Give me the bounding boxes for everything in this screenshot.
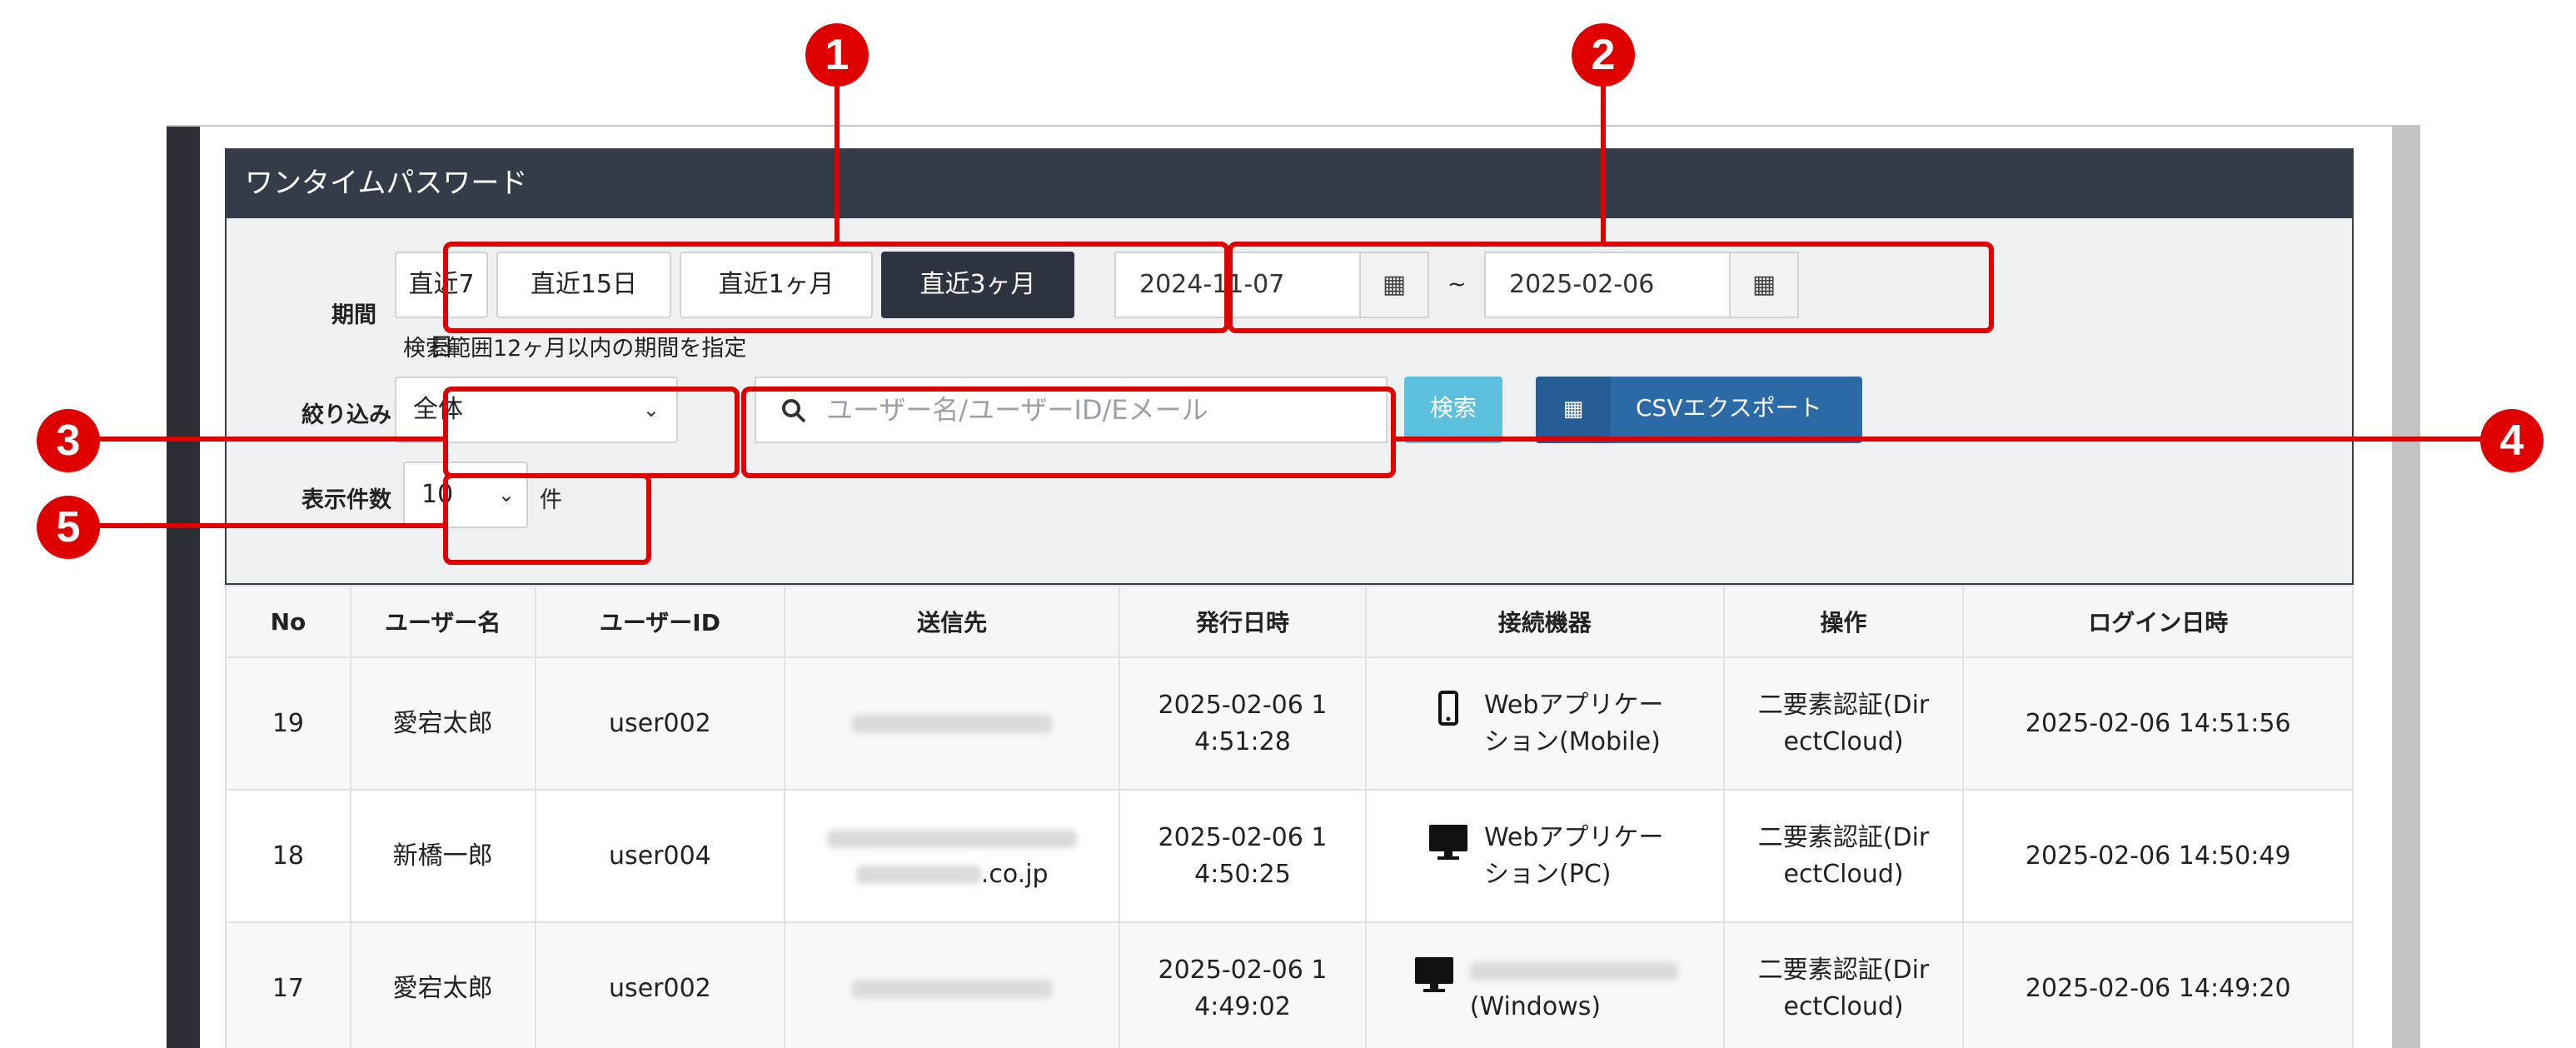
redacted-destination — [852, 715, 1053, 734]
cell-issued: 2025-02-06 1 4:49:02 — [1119, 921, 1367, 1048]
callout-marker-5: 5 — [37, 496, 100, 559]
cell-user-name: 愛宕太郎 — [349, 656, 536, 791]
cell-destination — [784, 921, 1121, 1048]
period-label: 期間 — [331, 302, 376, 328]
issued-line1: 2025-02-06 1 — [1158, 956, 1328, 985]
header-user-name[interactable]: ユーザー名 — [349, 585, 536, 658]
device-line1: Webアプリケー — [1484, 691, 1664, 720]
header-no[interactable]: No — [225, 585, 351, 658]
cell-operation: 二要素認証(Dir ectCloud) — [1722, 921, 1965, 1048]
cell-user-name: 愛宕太郎 — [349, 921, 536, 1048]
op-line2: ectCloud) — [1783, 726, 1904, 756]
scrollbar[interactable] — [2392, 127, 2420, 1048]
callout-line-1 — [835, 87, 840, 242]
redacted-destination — [852, 980, 1053, 999]
cell-user-id: user002 — [534, 921, 786, 1048]
cell-device: Webアプリケー ション(PC) — [1364, 789, 1725, 923]
cell-operation: 二要素認証(Dir ectCloud) — [1722, 789, 1965, 923]
redacted-destination — [827, 829, 1078, 848]
cell-destination — [784, 656, 1121, 791]
callout-box-3 — [443, 387, 740, 478]
header-operation[interactable]: 操作 — [1722, 585, 1965, 658]
redacted-device — [1469, 961, 1678, 981]
monitor-icon — [1429, 825, 1468, 860]
cell-issued: 2025-02-06 1 4:51:28 — [1119, 656, 1367, 791]
callout-marker-3: 3 — [37, 409, 100, 472]
cell-no: 18 — [225, 789, 351, 923]
redacted-destination — [855, 866, 981, 884]
callout-box-1 — [443, 242, 1229, 333]
panel-title: ワンタイムパスワード — [225, 148, 2354, 218]
cell-operation: 二要素認証(Dir ectCloud) — [1722, 656, 1965, 791]
cell-destination: .co.jp — [784, 789, 1121, 923]
table-header-row: No ユーザー名 ユーザーID 送信先 発行日時 接続機器 操作 ログイン日時 — [225, 585, 2354, 658]
device-info: (Windows) — [1412, 952, 1678, 1025]
cell-issued: 2025-02-06 1 4:50:25 — [1119, 789, 1367, 923]
cell-login: 2025-02-06 14:49:20 — [1962, 921, 2354, 1048]
device-line1: Webアプリケー — [1484, 823, 1664, 852]
callout-line-5 — [80, 523, 443, 528]
cell-user-id: user002 — [534, 656, 786, 791]
device-line2: ション(PC) — [1484, 859, 1612, 889]
cell-device: (Windows) — [1364, 921, 1725, 1048]
table-row: 18 新橋一郎 user004 .co.jp 2025-02-06 1 4:50:… — [225, 789, 2354, 923]
callout-line-3 — [80, 437, 443, 442]
cell-user-id: user004 — [534, 789, 786, 923]
callout-line-2 — [1601, 87, 1606, 242]
table-row: 19 愛宕太郎 user002 2025-02-06 1 4:51:28 Webア… — [225, 656, 2354, 791]
header-device[interactable]: 接続機器 — [1364, 585, 1725, 658]
monitor-icon — [1414, 957, 1453, 992]
callout-marker-2: 2 — [1572, 23, 1635, 87]
device-line2: ション(Mobile) — [1484, 726, 1661, 756]
mobile-icon — [1438, 691, 1459, 726]
cell-no: 17 — [225, 921, 351, 1048]
header-login[interactable]: ログイン日時 — [1962, 585, 2354, 658]
issued-line2: 4:51:28 — [1194, 726, 1291, 756]
cell-login: 2025-02-06 14:51:56 — [1962, 656, 2354, 791]
range-note: 検索範囲12ヶ月以内の期間を指定 — [403, 336, 747, 362]
count-label: 表示件数 — [301, 487, 391, 513]
callout-line-4 — [1396, 437, 2504, 442]
header-destination[interactable]: 送信先 — [784, 585, 1121, 658]
otp-table: No ユーザー名 ユーザーID 送信先 発行日時 接続機器 操作 ログイン日時 … — [225, 585, 2354, 1048]
narrow-label: 絞り込み — [301, 402, 391, 428]
search-button[interactable]: 検索 — [1404, 377, 1502, 443]
op-line1: 二要素認証(Dir — [1757, 691, 1930, 720]
op-line2: ectCloud) — [1783, 991, 1904, 1021]
callout-box-2 — [1228, 242, 1994, 333]
issued-line1: 2025-02-06 1 — [1158, 823, 1328, 852]
callout-box-4 — [741, 387, 1396, 478]
callout-box-5 — [443, 473, 651, 565]
callout-marker-1: 1 — [805, 23, 869, 87]
callout-marker-4: 4 — [2480, 409, 2544, 472]
table-icon: ▦ — [1536, 377, 1611, 443]
destination-suffix: .co.jp — [980, 859, 1049, 889]
csv-export-label: CSVエクスポート — [1636, 394, 1822, 422]
header-user-id[interactable]: ユーザーID — [534, 585, 786, 658]
csv-export-button[interactable]: ▦ CSVエクスポート — [1536, 377, 1862, 443]
device-info: Webアプリケー ション(Mobile) — [1426, 687, 1663, 760]
issued-line1: 2025-02-06 1 — [1158, 691, 1328, 720]
op-line1: 二要素認証(Dir — [1757, 823, 1930, 852]
cell-login: 2025-02-06 14:50:49 — [1962, 789, 2354, 923]
header-issued[interactable]: 発行日時 — [1119, 585, 1367, 658]
issued-line2: 4:50:25 — [1194, 859, 1291, 889]
cell-no: 19 — [225, 656, 351, 791]
issued-line2: 4:49:02 — [1194, 991, 1291, 1021]
op-line2: ectCloud) — [1783, 859, 1904, 889]
device-info: Webアプリケー ション(PC) — [1426, 820, 1663, 892]
table-row: 17 愛宕太郎 user002 2025-02-06 1 4:49:02 (Win — [225, 921, 2354, 1048]
op-line1: 二要素認証(Dir — [1757, 956, 1930, 985]
left-sidebar-edge — [167, 127, 200, 1048]
cell-device: Webアプリケー ション(Mobile) — [1364, 656, 1725, 791]
device-line2: (Windows) — [1469, 991, 1602, 1021]
cell-user-name: 新橋一郎 — [349, 789, 536, 923]
